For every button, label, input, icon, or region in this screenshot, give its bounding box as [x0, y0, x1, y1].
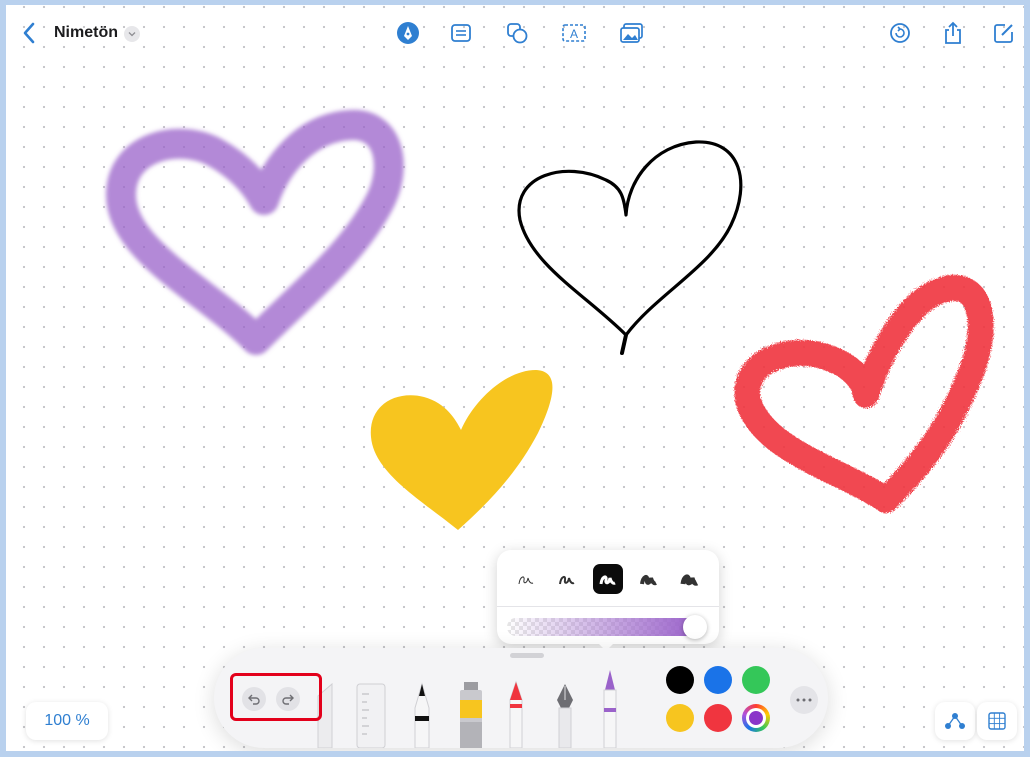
- freeform-canvas[interactable]: Nimetön A 100 %: [6, 5, 1024, 751]
- fountain-pen-icon[interactable]: [552, 678, 578, 748]
- stroke-bold-icon[interactable]: [634, 564, 664, 594]
- stroke-thin-icon[interactable]: [511, 564, 541, 594]
- stroke-heavy-icon[interactable]: [675, 564, 705, 594]
- red-heart[interactable]: [734, 275, 994, 513]
- palette-grabber[interactable]: [510, 653, 544, 658]
- swatch-multicolor[interactable]: [742, 704, 770, 732]
- watercolor-brush-icon[interactable]: [598, 668, 622, 748]
- undo-redo-highlight: [230, 673, 322, 721]
- pen-options-popover: [497, 550, 719, 644]
- swatch-green[interactable]: [742, 666, 770, 694]
- yellow-heart[interactable]: [370, 370, 553, 530]
- stroke-light-icon[interactable]: [552, 564, 582, 594]
- stroke-medium-icon[interactable]: [592, 564, 623, 594]
- connector-icon[interactable]: [935, 702, 975, 740]
- zoom-level-button[interactable]: 100 %: [26, 702, 108, 740]
- more-icon[interactable]: [790, 686, 818, 714]
- paint-tube-icon[interactable]: [454, 678, 488, 748]
- ruler-icon[interactable]: [354, 682, 388, 748]
- stroke-width-picker: [505, 562, 711, 596]
- grid-icon[interactable]: [977, 702, 1017, 740]
- swatch-black[interactable]: [666, 666, 694, 694]
- swatch-yellow[interactable]: [666, 704, 694, 732]
- swatch-blue[interactable]: [704, 666, 732, 694]
- black-heart[interactable]: [517, 140, 743, 337]
- swatch-red[interactable]: [704, 704, 732, 732]
- swatch-selected-color: [749, 711, 763, 725]
- popover-divider: [497, 606, 719, 607]
- purple-heart[interactable]: [106, 110, 404, 355]
- pen-tool-icon[interactable]: [410, 678, 434, 748]
- opacity-slider-knob[interactable]: [683, 615, 707, 639]
- opacity-slider[interactable]: [507, 618, 697, 636]
- marker-icon[interactable]: [504, 678, 528, 748]
